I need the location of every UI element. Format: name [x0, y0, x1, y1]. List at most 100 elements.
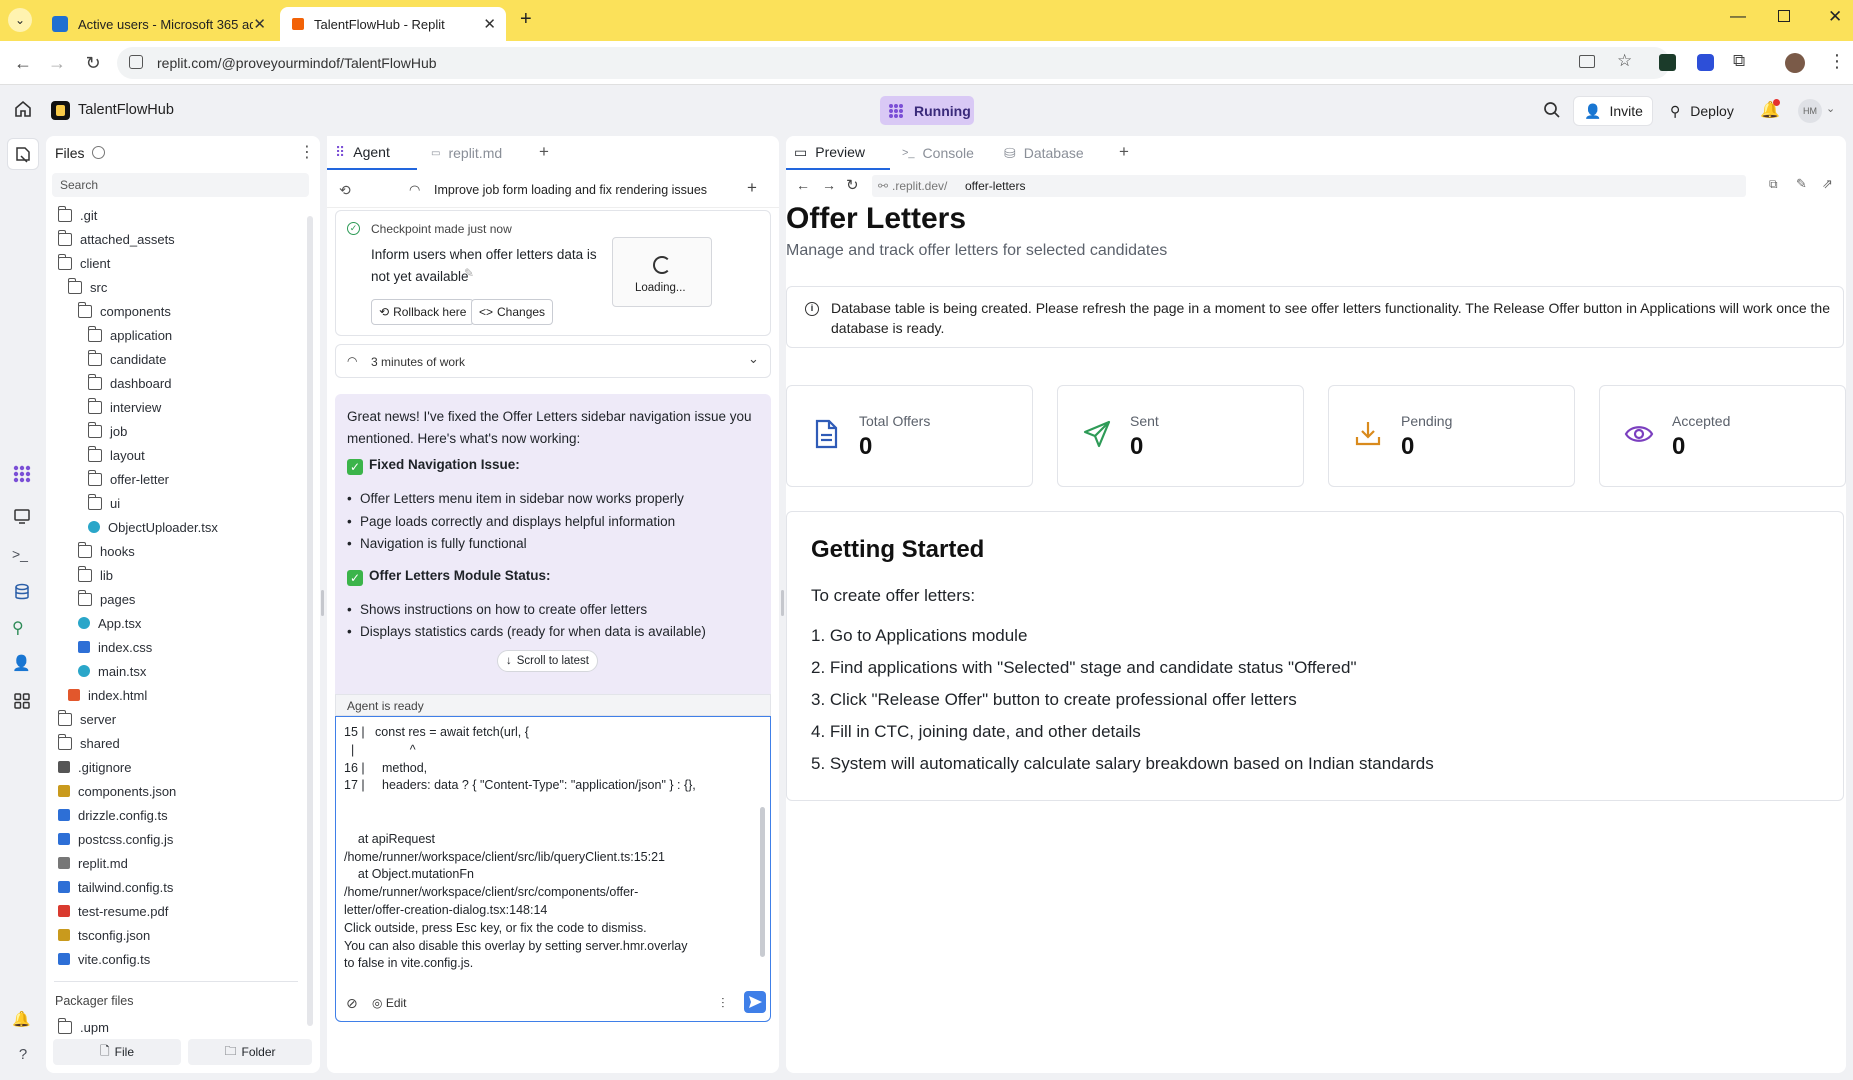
all-tools-icon[interactable]: [12, 691, 34, 713]
file-tree-row[interactable]: server: [57, 708, 116, 730]
new-chat-icon[interactable]: +: [747, 178, 757, 198]
file-tree-row[interactable]: test-resume.pdf: [58, 900, 168, 922]
file-tree-row[interactable]: ObjectUploader.tsx: [88, 516, 218, 538]
file-tree-row[interactable]: ui: [87, 492, 120, 514]
new-tab-icon[interactable]: +: [1119, 142, 1129, 162]
preview-icon[interactable]: [12, 506, 34, 528]
file-tree-row[interactable]: replit.md: [58, 852, 128, 874]
url-bar[interactable]: replit.com/@proveyourmindof/TalentFlowHu…: [117, 47, 1670, 79]
tree-scrollbar[interactable]: [307, 216, 313, 1026]
file-tree-row[interactable]: application: [87, 324, 172, 346]
minimize-icon[interactable]: —: [1730, 8, 1746, 26]
more-options-icon[interactable]: ⋮: [299, 142, 315, 162]
panel-resize-handle[interactable]: [321, 590, 324, 616]
devtools-icon[interactable]: ✎: [1796, 176, 1807, 192]
invite-button[interactable]: 👤 Invite: [1573, 96, 1653, 126]
tab-agent[interactable]: ⠿ Agent: [327, 136, 417, 170]
panel-resize-handle[interactable]: [781, 590, 784, 616]
file-tree-row[interactable]: .git: [57, 204, 97, 226]
extension-icon[interactable]: [1697, 54, 1714, 71]
tab-replit-md[interactable]: ▭ replit.md: [423, 136, 533, 170]
reload-icon[interactable]: ↻: [82, 52, 104, 74]
file-tree-row[interactable]: vite.config.ts: [58, 948, 150, 970]
database-icon[interactable]: [12, 582, 34, 604]
agent-input[interactable]: 15 | const res = await fetch(url, { | ^ 1…: [335, 716, 771, 1022]
file-tree-row[interactable]: shared: [57, 732, 120, 754]
changes-button[interactable]: <> Changes: [471, 299, 554, 325]
browser-tab-replit[interactable]: TalentFlowHub - Replit ✕: [280, 7, 506, 41]
puzzle-icon[interactable]: ⧉: [1733, 51, 1745, 71]
run-status-button[interactable]: Running: [880, 96, 974, 125]
install-app-icon[interactable]: [1579, 55, 1595, 68]
extension-icon[interactable]: [1659, 54, 1676, 71]
file-tree-row[interactable]: dashboard: [87, 372, 171, 394]
forward-icon[interactable]: →: [46, 52, 68, 74]
scroll-to-latest-button[interactable]: ↓ Scroll to latest: [497, 650, 598, 672]
file-tree-row[interactable]: lib: [77, 564, 113, 586]
forward-icon[interactable]: →: [822, 177, 836, 193]
file-tree-row[interactable]: src: [67, 276, 107, 298]
agent-icon[interactable]: [12, 464, 34, 486]
profile-avatar[interactable]: [1785, 53, 1805, 73]
file-tree-row[interactable]: layout: [87, 444, 145, 466]
pencil-icon[interactable]: ✎: [464, 266, 474, 280]
work-summary-row[interactable]: ◠ 3 minutes of work ⌄: [335, 344, 771, 378]
file-tree-row[interactable]: job: [87, 420, 127, 442]
input-scrollbar[interactable]: [760, 807, 765, 957]
file-tree-row[interactable]: attached_assets: [57, 228, 175, 250]
project-name[interactable]: TalentFlowHub: [78, 102, 174, 118]
help-icon[interactable]: ?: [12, 1046, 34, 1068]
close-window-icon[interactable]: ✕: [1828, 7, 1842, 27]
close-icon[interactable]: ✕: [253, 15, 266, 33]
user-avatar[interactable]: HM: [1798, 99, 1822, 123]
tab-preview[interactable]: ▭ Preview: [786, 136, 890, 170]
file-tree-row[interactable]: candidate: [87, 348, 166, 370]
rollback-button[interactable]: ⟲ Rollback here: [371, 299, 475, 325]
chevron-down-icon[interactable]: ⌄: [1826, 102, 1835, 115]
files-tool-button[interactable]: [7, 138, 39, 170]
file-tree-row[interactable]: offer-letter: [87, 468, 169, 490]
file-search-input[interactable]: Search: [52, 173, 309, 197]
file-tree-row[interactable]: drizzle.config.ts: [58, 804, 168, 826]
file-tree-row[interactable]: client: [57, 252, 110, 274]
file-tree-row[interactable]: App.tsx: [78, 612, 141, 634]
file-tree-row[interactable]: .gitignore: [58, 756, 131, 778]
file-tree-row[interactable]: components: [77, 300, 171, 322]
history-icon[interactable]: ⟲: [339, 182, 351, 199]
file-tree-row[interactable]: index.html: [68, 684, 147, 706]
file-tree-row[interactable]: postcss.config.js: [58, 828, 173, 850]
users-icon[interactable]: 👤: [12, 654, 34, 676]
new-folder-button[interactable]: 🗀 Folder: [188, 1039, 312, 1065]
restore-icon[interactable]: [1778, 10, 1790, 22]
browser-tab-m365[interactable]: Active users - Microsoft 365 ad ✕: [40, 7, 276, 41]
site-info-icon[interactable]: [129, 55, 143, 69]
file-row-upm[interactable]: .upm: [57, 1016, 109, 1038]
file-tree-row[interactable]: hooks: [77, 540, 135, 562]
deploy-tool-icon[interactable]: ⚲: [12, 618, 34, 640]
file-tree-row[interactable]: interview: [87, 396, 161, 418]
file-tree-row[interactable]: components.json: [58, 780, 176, 802]
file-tree-row[interactable]: tsconfig.json: [58, 924, 150, 946]
back-icon[interactable]: ←: [12, 52, 34, 74]
reload-icon[interactable]: ↻: [846, 176, 859, 194]
devices-icon[interactable]: ⧉: [1769, 177, 1778, 192]
file-tree-row[interactable]: index.css: [78, 636, 152, 658]
home-icon[interactable]: [14, 100, 32, 118]
attach-icon[interactable]: ⊘: [346, 995, 358, 1012]
tab-console[interactable]: >_ Console: [894, 136, 994, 170]
new-file-button[interactable]: 🗋 File: [53, 1039, 181, 1065]
edit-mode-button[interactable]: ◎ Edit: [372, 996, 407, 1010]
tab-database[interactable]: ⛁ Database: [996, 136, 1106, 170]
file-tree-row[interactable]: pages: [77, 588, 135, 610]
search-icon[interactable]: [1543, 101, 1561, 119]
send-button[interactable]: [744, 991, 766, 1013]
new-tab-icon[interactable]: +: [539, 142, 549, 162]
file-tree-row[interactable]: main.tsx: [78, 660, 146, 682]
open-external-icon[interactable]: ⇗: [1822, 176, 1833, 192]
file-tree-row[interactable]: tailwind.config.ts: [58, 876, 173, 898]
alerts-icon[interactable]: 🔔: [12, 1010, 34, 1032]
console-icon[interactable]: >_: [12, 546, 34, 568]
bookmark-star-icon[interactable]: ☆: [1617, 51, 1632, 71]
new-tab-button[interactable]: +: [520, 8, 532, 31]
settings-sliders-icon[interactable]: ⫶: [721, 995, 725, 1012]
